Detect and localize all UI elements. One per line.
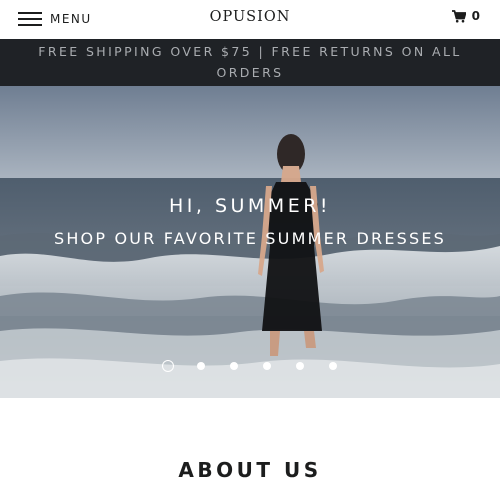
announcement-text: FREE SHIPPING OVER $75 | FREE RETURNS ON… bbox=[38, 44, 462, 80]
slide-dot-3[interactable] bbox=[230, 362, 238, 370]
slide-dot-2[interactable] bbox=[197, 362, 205, 370]
slide-dot-4[interactable] bbox=[263, 362, 271, 370]
slide-dot-1[interactable] bbox=[162, 360, 174, 372]
hero-title: HI, SUMMER! bbox=[168, 195, 332, 217]
hero-subtitle[interactable]: SHOP OUR FAVORITE SUMMER DRESSES bbox=[0, 229, 500, 248]
cart-icon bbox=[451, 9, 466, 22]
hero-slideshow[interactable]: HI, SUMMER! SHOP OUR FAVORITE SUMMER DRE… bbox=[0, 86, 500, 398]
about-title: ABOUT US bbox=[178, 458, 322, 482]
slide-dot-5[interactable] bbox=[296, 362, 304, 370]
cart-button[interactable]: 0 bbox=[451, 9, 480, 23]
cart-count: 0 bbox=[471, 9, 480, 23]
site-header: MENU OPUSION 0 bbox=[0, 0, 500, 39]
announcement-bar[interactable]: FREE SHIPPING OVER $75 | FREE RETURNS ON… bbox=[0, 39, 500, 86]
slide-dots bbox=[0, 360, 500, 374]
slide-dot-6[interactable] bbox=[329, 362, 337, 370]
about-section: ABOUT US bbox=[0, 398, 500, 500]
site-logo[interactable]: OPUSION bbox=[0, 9, 500, 25]
